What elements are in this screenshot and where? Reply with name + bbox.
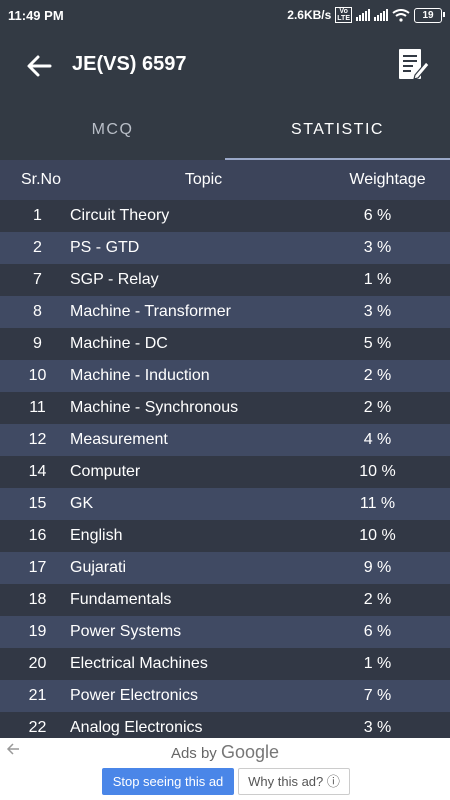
stop-seeing-ad-button[interactable]: Stop seeing this ad xyxy=(102,768,234,795)
cell-topic: Computer xyxy=(70,463,141,480)
cell-topic: Machine - Transformer xyxy=(70,303,231,320)
cell-weightage: 2 % xyxy=(363,591,392,608)
cell-topic: Gujarati xyxy=(70,559,127,576)
table-row: 22 Analog Electronics 3 % xyxy=(0,712,450,738)
cell-weightage: 3 % xyxy=(363,239,392,256)
battery-level: 19 xyxy=(422,9,434,21)
ads-by-text: Ads by xyxy=(170,745,221,762)
cell-sr: 2 xyxy=(33,239,42,256)
cell-weightage: 6 % xyxy=(363,623,392,640)
app-bar: JE(VS) 6597 xyxy=(0,32,450,100)
table-row: 1 Circuit Theory 6 % xyxy=(0,200,450,232)
back-arrow-icon[interactable] xyxy=(24,52,54,80)
cell-sr: 7 xyxy=(33,271,42,288)
table-row: 10 Machine - Induction 2 % xyxy=(0,360,450,392)
cell-sr: 20 xyxy=(28,655,47,672)
cell-sr: 21 xyxy=(28,687,47,704)
header-weightage: Weightage xyxy=(349,171,426,188)
table-row: 7 SGP - Relay 1 % xyxy=(0,264,450,296)
cell-sr: 11 xyxy=(29,399,46,416)
cell-topic: Analog Electronics xyxy=(70,719,203,736)
header-topic: Topic xyxy=(184,171,223,188)
cell-sr: 22 xyxy=(28,719,47,736)
google-logo: Google xyxy=(220,742,280,762)
cell-sr: 18 xyxy=(28,591,47,608)
cell-weightage: 7 % xyxy=(363,687,392,704)
cell-weightage: 2 % xyxy=(363,399,392,416)
table-row: 18 Fundamentals 2 % xyxy=(0,584,450,616)
cell-weightage: 1 % xyxy=(363,271,392,288)
table-row: 2 PS - GTD 3 % xyxy=(0,232,450,264)
cell-weightage: 10 % xyxy=(359,463,396,480)
cell-sr: 19 xyxy=(28,623,47,640)
cell-weightage: 3 % xyxy=(363,303,392,320)
status-icons: 2.6KB/s Vo LTE 19 xyxy=(287,7,445,23)
cell-topic: Measurement xyxy=(70,431,168,448)
cell-topic: Machine - DC xyxy=(70,335,168,352)
table-row: 16 English 10 % xyxy=(0,520,450,552)
cell-weightage: 3 % xyxy=(363,719,392,736)
cell-topic: Power Electronics xyxy=(70,687,199,704)
cell-weightage: 9 % xyxy=(363,559,392,576)
header-sr-no: Sr.No xyxy=(20,171,61,188)
table-row: 21 Power Electronics 7 % xyxy=(0,680,450,712)
volte-badge-icon: Vo LTE xyxy=(335,7,352,23)
cell-sr: 8 xyxy=(33,303,42,320)
table-header: Sr.No Topic Weightage xyxy=(0,160,450,200)
table-row: 11 Machine - Synchronous 2 % xyxy=(0,392,450,424)
ads-by-google-label: Ads by Google xyxy=(0,742,450,763)
cell-weightage: 5 % xyxy=(363,335,392,352)
cell-sr: 17 xyxy=(28,559,47,576)
cell-topic: Machine - Synchronous xyxy=(70,399,239,416)
cell-sr: 9 xyxy=(33,335,42,352)
cell-weightage: 4 % xyxy=(363,431,392,448)
cell-sr: 12 xyxy=(28,431,47,448)
cell-weightage: 11 % xyxy=(359,495,396,512)
table-row: 9 Machine - DC 5 % xyxy=(0,328,450,360)
table-row: 14 Computer 10 % xyxy=(0,456,450,488)
signal-icon xyxy=(356,9,370,21)
battery-icon: 19 xyxy=(414,7,445,23)
cell-sr: 10 xyxy=(28,367,47,384)
table-row: 8 Machine - Transformer 3 % xyxy=(0,296,450,328)
network-speed: 2.6KB/s xyxy=(287,8,332,22)
wifi-icon xyxy=(392,8,410,22)
cell-topic: Machine - Induction xyxy=(70,367,210,384)
cell-topic: GK xyxy=(70,495,94,512)
cell-topic: English xyxy=(70,527,123,544)
cell-weightage: 6 % xyxy=(363,207,392,224)
table-row: 12 Measurement 4 % xyxy=(0,424,450,456)
ad-banner: Ads by Google Stop seeing this ad Why th… xyxy=(0,738,450,800)
edit-document-icon[interactable] xyxy=(396,47,430,83)
cell-weightage: 10 % xyxy=(359,527,396,544)
statistic-table[interactable]: Sr.No Topic Weightage 1 Circuit Theory 6 %… xyxy=(0,160,450,738)
status-time: 11:49 PM xyxy=(8,8,64,23)
cell-sr: 1 xyxy=(33,207,42,224)
table-row: 20 Electrical Machines 1 % xyxy=(0,648,450,680)
table-row: 15 GK 11 % xyxy=(0,488,450,520)
table-body: 1 Circuit Theory 6 % 2 PS - GTD 3 % 7 SGP - R… xyxy=(0,200,450,738)
cell-weightage: 1 % xyxy=(363,655,392,672)
tab-bar: MCQ STATISTIC xyxy=(0,100,450,160)
cell-topic: Electrical Machines xyxy=(70,655,208,672)
table-row: 17 Gujarati 9 % xyxy=(0,552,450,584)
tab-mcq[interactable]: MCQ xyxy=(0,100,225,160)
signal-icon-2 xyxy=(374,9,388,21)
table-row: 19 Power Systems 6 % xyxy=(0,616,450,648)
cell-weightage: 2 % xyxy=(363,367,392,384)
cell-topic: Fundamentals xyxy=(70,591,172,608)
why-this-ad-button[interactable]: Why this ad? ⓘ xyxy=(238,768,350,795)
cell-topic: PS - GTD xyxy=(70,239,140,256)
tab-statistic[interactable]: STATISTIC xyxy=(225,100,450,160)
status-bar: 11:49 PM 2.6KB/s Vo LTE 19 xyxy=(0,0,450,32)
cell-sr: 16 xyxy=(28,527,47,544)
cell-topic: Circuit Theory xyxy=(70,207,170,224)
page-title: JE(VS) 6597 xyxy=(72,53,187,75)
cell-sr: 15 xyxy=(28,495,47,512)
cell-topic: Power Systems xyxy=(70,623,182,640)
cell-topic: SGP - Relay xyxy=(70,271,159,288)
cell-sr: 14 xyxy=(28,463,47,480)
